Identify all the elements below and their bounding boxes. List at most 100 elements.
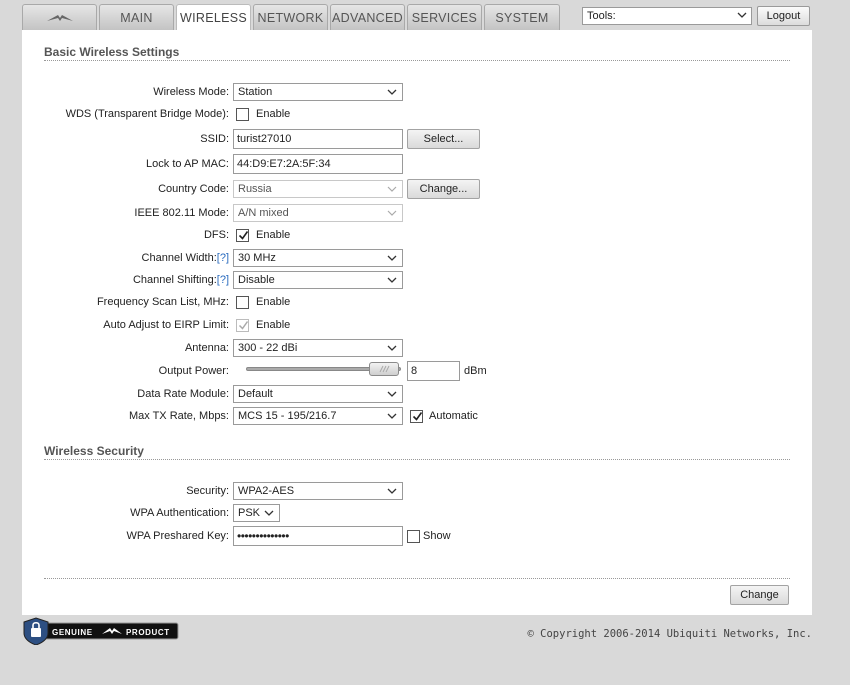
wpa-psk-input[interactable]: •••••••••••••• (233, 526, 403, 546)
ieee-mode-select[interactable]: A/N mixed (233, 204, 403, 222)
chevron-down-icon (387, 186, 397, 192)
max-tx-select[interactable]: MCS 15 - 195/216.7 (233, 407, 403, 425)
wpa-psk-label: WPA Preshared Key: (126, 530, 229, 542)
country-code-select[interactable]: Russia (233, 180, 403, 198)
section-divider (44, 60, 790, 61)
wds-label: WDS (Transparent Bridge Mode): (65, 108, 229, 120)
output-power-label: Output Power: (158, 365, 229, 377)
data-rate-value: Default (238, 388, 273, 400)
wpa-psk-show-checkbox[interactable] (407, 530, 420, 543)
chevron-down-icon (737, 12, 747, 18)
max-tx-automatic-label: Automatic (429, 410, 478, 422)
checkmark-icon (238, 321, 249, 330)
eirp-label: Auto Adjust to EIRP Limit: (103, 319, 229, 331)
checkmark-icon (238, 231, 249, 240)
chevron-down-icon (387, 413, 397, 419)
output-power-unit: dBm (464, 365, 487, 377)
tab-advanced[interactable]: ADVANCED (330, 4, 405, 31)
ieee-mode-label: IEEE 802.11 Mode: (134, 207, 229, 219)
wpa-auth-value: PSK (238, 507, 261, 519)
max-tx-automatic-checkbox[interactable] (410, 410, 423, 423)
genuine-product-badge-graphic: GENUINE PRODUCT (23, 617, 179, 646)
country-change-button[interactable]: Change... (407, 179, 480, 199)
chevron-down-icon (387, 89, 397, 95)
chevron-down-icon (387, 488, 397, 494)
chevron-down-icon (387, 391, 397, 397)
channel-shifting-text: Channel Shifting: (132, 274, 217, 286)
data-rate-label: Data Rate Module: (137, 388, 229, 400)
output-power-slider-thumb[interactable] (369, 362, 399, 376)
wpa-psk-show-label: Show (423, 530, 451, 542)
chevron-down-icon (387, 255, 397, 261)
ssid-input[interactable]: turist27010 (233, 129, 403, 149)
genuine-product-badge: GENUINE PRODUCT (22, 617, 180, 646)
chevron-down-icon (387, 277, 397, 283)
channel-shifting-help-link[interactable]: [?] (217, 274, 229, 286)
channel-width-label: Channel Width:[?] (142, 252, 229, 264)
ssid-select-button[interactable]: Select... (407, 129, 480, 149)
tab-network[interactable]: NETWORK (253, 4, 328, 31)
checkmark-icon (412, 412, 423, 421)
badge-genuine-text: GENUINE (52, 628, 93, 637)
max-tx-value: MCS 15 - 195/216.7 (238, 410, 337, 422)
tab-wireless[interactable]: WIRELESS (176, 4, 251, 32)
tools-select-value: Tools: (587, 10, 616, 22)
channel-shifting-select[interactable]: Disable (233, 271, 403, 289)
chevron-down-icon (264, 510, 274, 516)
eirp-check-label: Enable (256, 319, 291, 331)
freq-scan-label: Frequency Scan List, MHz: (96, 296, 229, 308)
antenna-label: Antenna: (184, 342, 229, 354)
channel-width-value: 30 MHz (238, 252, 276, 264)
max-tx-label: Max TX Rate, Mbps: (128, 410, 229, 422)
security-select[interactable]: WPA2-AES (233, 482, 403, 500)
wds-checkbox[interactable] (236, 108, 249, 121)
change-button[interactable]: Change (730, 585, 789, 605)
wpa-auth-select[interactable]: PSK (233, 504, 280, 522)
tools-select[interactable]: Tools: (582, 7, 752, 25)
security-value: WPA2-AES (238, 485, 295, 497)
ubiquiti-logo-icon (46, 15, 73, 21)
freq-scan-checkbox[interactable] (236, 296, 249, 309)
dfs-checkbox[interactable] (236, 229, 249, 242)
output-power-input[interactable]: 8 (407, 361, 460, 381)
channel-shifting-label: Channel Shifting:[?] (133, 274, 229, 286)
logout-button[interactable]: Logout (757, 6, 810, 26)
basic-wireless-title: Basic Wireless Settings (44, 45, 180, 59)
wds-check-label: Enable (256, 108, 291, 120)
security-label: Security: (186, 485, 229, 497)
tab-logo[interactable] (22, 4, 97, 31)
channel-width-select[interactable]: 30 MHz (233, 249, 403, 267)
section-divider (44, 459, 790, 460)
dfs-check-label: Enable (256, 229, 291, 241)
freq-scan-check-label: Enable (256, 296, 291, 308)
dfs-label: DFS: (203, 229, 229, 241)
channel-width-text: Channel Width: (141, 252, 217, 264)
chevron-down-icon (387, 210, 397, 216)
antenna-select[interactable]: 300 - 22 dBi (233, 339, 403, 357)
tab-main[interactable]: MAIN (99, 4, 174, 31)
lock-ap-mac-input[interactable]: 44:D9:E7:2A:5F:34 (233, 154, 403, 174)
country-code-label: Country Code: (158, 183, 229, 195)
ieee-mode-value: A/N mixed (238, 207, 289, 219)
wireless-security-title: Wireless Security (44, 444, 144, 458)
wireless-mode-select[interactable]: Station (233, 83, 403, 101)
wireless-mode-value: Station (238, 86, 273, 98)
wireless-mode-label: Wireless Mode: (153, 86, 229, 98)
ssid-label: SSID: (200, 133, 229, 145)
badge-product-text: PRODUCT (126, 628, 170, 637)
channel-shifting-value: Disable (238, 274, 275, 286)
antenna-value: 300 - 22 dBi (238, 342, 298, 354)
section-divider (44, 578, 790, 579)
tab-system[interactable]: SYSTEM (484, 4, 560, 31)
settings-panel: Basic Wireless Settings Wireless Mode: S… (22, 30, 812, 615)
copyright-text: © Copyright 2006-2014 Ubiquiti Networks,… (527, 628, 812, 640)
lock-ap-mac-label: Lock to AP MAC: (146, 158, 229, 170)
tab-services[interactable]: SERVICES (407, 4, 482, 31)
chevron-down-icon (387, 345, 397, 351)
grip-icon (379, 365, 390, 373)
channel-width-help-link[interactable]: [?] (217, 252, 229, 264)
country-code-value: Russia (238, 183, 272, 195)
eirp-checkbox[interactable] (236, 319, 249, 332)
wpa-auth-label: WPA Authentication: (130, 507, 229, 519)
data-rate-select[interactable]: Default (233, 385, 403, 403)
